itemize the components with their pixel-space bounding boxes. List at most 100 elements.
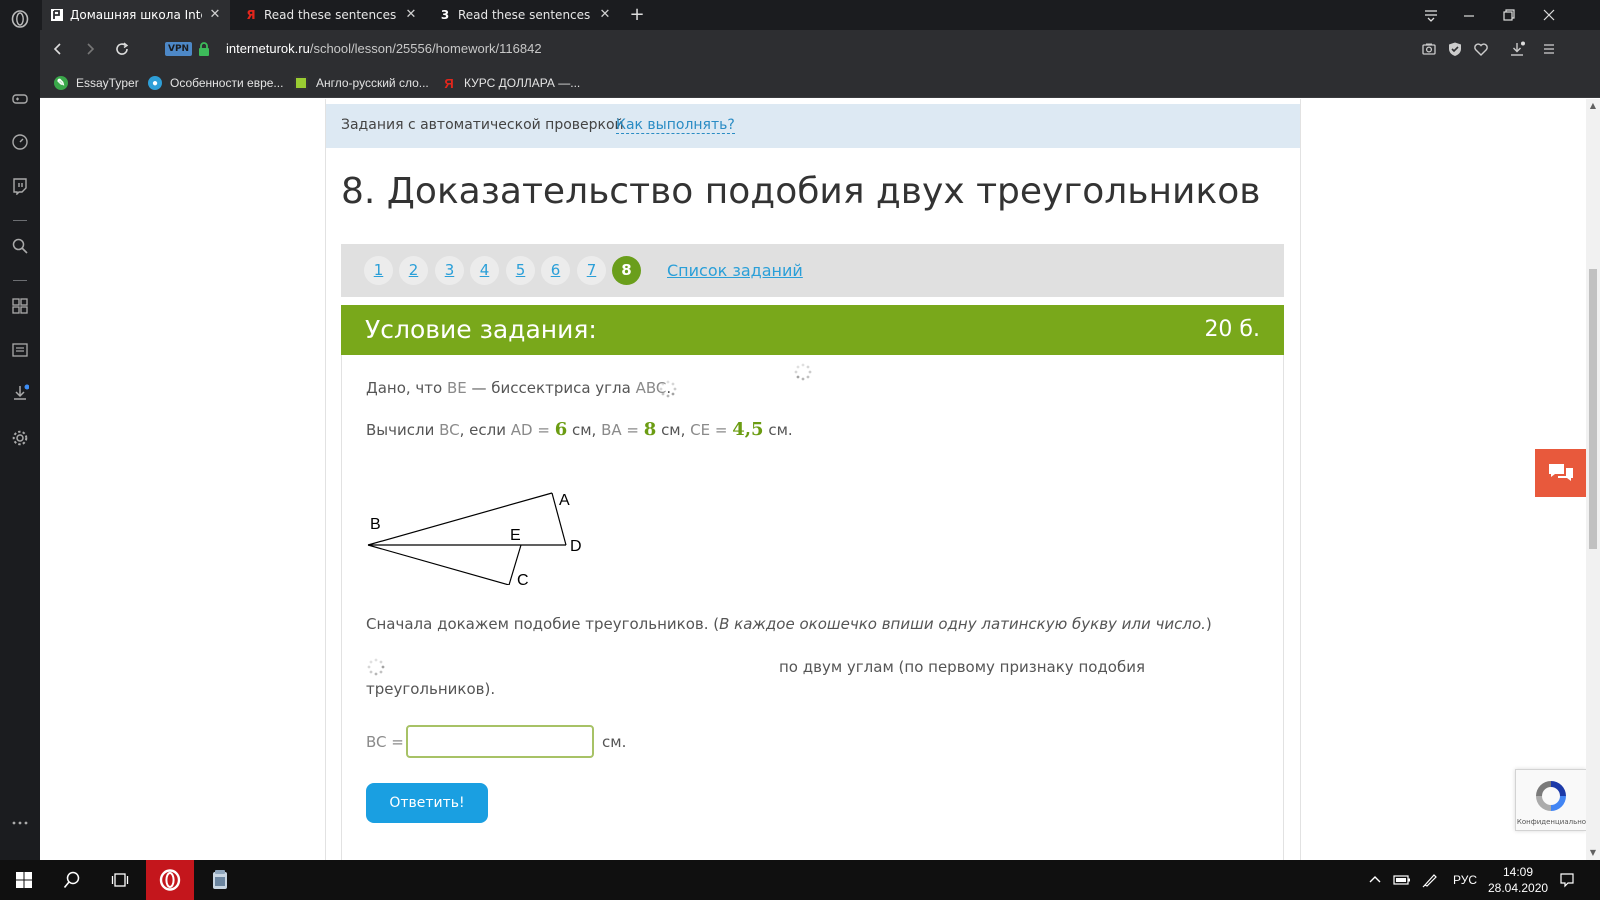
bookmark-jewish-features[interactable]: ● Особенности евре... [148,75,283,91]
scroll-up-arrow-icon[interactable]: ▲ [1588,101,1598,111]
pager-item-7[interactable]: 7 [577,256,606,285]
shield-adblock-icon[interactable] [1446,40,1464,58]
minimize-window-icon[interactable] [1450,0,1488,30]
bc-answer-input[interactable] [406,725,594,758]
recaptcha-privacy-text: Конфиденциально [1516,818,1586,826]
recaptcha-logo-icon [1536,781,1566,811]
pager-item-1[interactable]: 1 [364,256,393,285]
page-title: 8. Доказательство подобия двух треугольн… [341,171,1261,212]
camera-snapshot-icon[interactable] [1420,40,1438,58]
autocheck-label: Задания с автоматической проверкой [341,117,624,133]
address-bar: VPN interneturok.ru/school/lesson/25556/… [40,30,1600,68]
chat-bubbles-icon [1549,464,1573,481]
gamepad-icon[interactable] [9,88,31,110]
search-icon[interactable] [9,235,31,257]
easy-setup-menu-icon[interactable] [1540,40,1558,58]
close-window-icon[interactable] [1530,0,1568,30]
pager-item-4[interactable]: 4 [470,256,499,285]
scroll-thumb[interactable] [1589,269,1597,549]
twitch-icon[interactable] [9,175,31,197]
lesson-content: Задания с автоматической проверкой Как в… [325,99,1301,860]
close-tab-icon[interactable]: ✕ [208,8,222,22]
bookmarks-bar: ✎ EssayTyper ● Особенности евре... Англо… [40,68,1600,98]
given-statement: Дано, что BE — биссектриса угла ABC. [366,379,672,397]
task-condition-title: Условие задания: [365,315,597,344]
taskbar-app-icon[interactable] [196,860,244,900]
submit-answer-button[interactable]: Ответить! [366,783,488,823]
pen-ink-icon[interactable] [1421,872,1439,888]
label-c: C [517,572,529,585]
pager-item-2[interactable]: 2 [399,256,428,285]
pager-item-6[interactable]: 6 [541,256,570,285]
page-viewport: Задания с автоматической проверкой Как в… [40,99,1586,860]
forward-arrow-icon[interactable] [80,39,100,59]
url-path: /school/lesson/25556/homework/116842 [309,41,542,56]
sidebar-divider [13,220,27,221]
task-header: Условие задания: 20 б. [341,305,1284,355]
close-tab-icon[interactable]: ✕ [404,8,418,22]
yandex-icon: Я [246,8,256,22]
pager-item-8-current[interactable]: 8 [612,256,641,285]
url-host: interneturok.ru [226,41,310,56]
bc-label: BC = [366,733,404,751]
autocheck-banner: Задания с автоматической проверкой Как в… [326,104,1300,148]
globe-icon: ● [148,76,162,90]
vpn-badge[interactable]: VPN [165,42,193,56]
back-arrow-icon[interactable] [48,39,68,59]
battery-icon[interactable] [1393,872,1411,888]
reload-icon[interactable] [112,39,132,59]
pager-item-3[interactable]: 3 [435,256,464,285]
page-scrollbar[interactable]: ▲ ▼ [1586,99,1600,860]
tab-read-sentences-1[interactable]: Я Read these sentences and c ✕ [236,0,426,30]
segment-bc [367,544,510,585]
taskbar-opera-icon[interactable] [146,860,194,900]
url-field[interactable]: interneturok.ru/school/lesson/25556/home… [226,41,542,56]
opera-logo-icon[interactable] [9,8,31,30]
windows-taskbar: РУС 14:09 28.04.2020 [0,860,1600,900]
show-hidden-icons-chevron-icon[interactable] [1367,872,1383,888]
interneturok-icon [50,8,64,22]
tab-menu-icon[interactable] [1412,0,1450,30]
heart-bookmark-icon[interactable] [1472,40,1490,58]
label-b: B [370,516,381,533]
system-clock[interactable]: 14:09 28.04.2020 [1488,864,1548,896]
downloads-icon[interactable] [9,382,31,404]
similarity-criterion-cont: треугольников). [366,680,496,698]
task-list-link[interactable]: Список заданий [667,261,803,280]
support-chat-button[interactable] [1535,449,1586,497]
taskbar-search-icon[interactable] [48,860,96,900]
task-view-icon[interactable] [96,860,144,900]
bookmark-english-russian-dictionary[interactable]: Англо-русский сло... [294,75,429,91]
calculate-statement: Вычисли BC, если AD = 6 см, BA = 8 см, C… [366,419,793,440]
scroll-down-arrow-icon[interactable]: ▼ [1588,848,1598,858]
news-icon[interactable] [9,339,31,361]
tab-interneturok[interactable]: Домашняя школа Internet ✕ [42,0,230,30]
recaptcha-badge[interactable]: Конфиденциально [1515,769,1586,831]
extensions-grid-icon[interactable] [9,295,31,317]
pager-item-5[interactable]: 5 [506,256,535,285]
essaytyper-icon: ✎ [54,76,68,90]
restore-window-icon[interactable] [1490,0,1528,30]
download-icon[interactable] [1508,40,1526,58]
yandex-icon: Я [444,75,454,91]
loading-spinner-icon [366,657,386,677]
task-pager: 1 2 3 4 5 6 7 8 Список заданий [341,244,1284,297]
input-language[interactable]: РУС [1450,872,1480,888]
close-tab-icon[interactable]: ✕ [598,8,612,22]
label-e: E [510,527,521,544]
tab-read-sentences-2[interactable]: 3 Read these sentences and f ✕ [430,0,620,30]
windows-start-icon[interactable] [0,860,48,900]
more-dots-icon[interactable] [9,812,31,834]
bookmark-essaytyper[interactable]: ✎ EssayTyper [54,75,139,91]
howto-link[interactable]: Как выполнять? [616,117,735,134]
task-points: 20 б. [1204,317,1260,342]
speed-dial-icon[interactable] [9,131,31,153]
bookmark-dollar-rate[interactable]: Я КУРС ДОЛЛАРА —... [442,75,580,91]
label-a: A [559,492,570,509]
new-tab-button[interactable]: + [628,6,646,24]
settings-gear-icon[interactable] [9,427,31,449]
lock-icon[interactable] [197,41,211,57]
dictionary-icon [294,76,308,90]
similarity-criterion: по двум углам (по первому признаку подоб… [779,658,1145,676]
notifications-icon[interactable] [1558,872,1576,888]
